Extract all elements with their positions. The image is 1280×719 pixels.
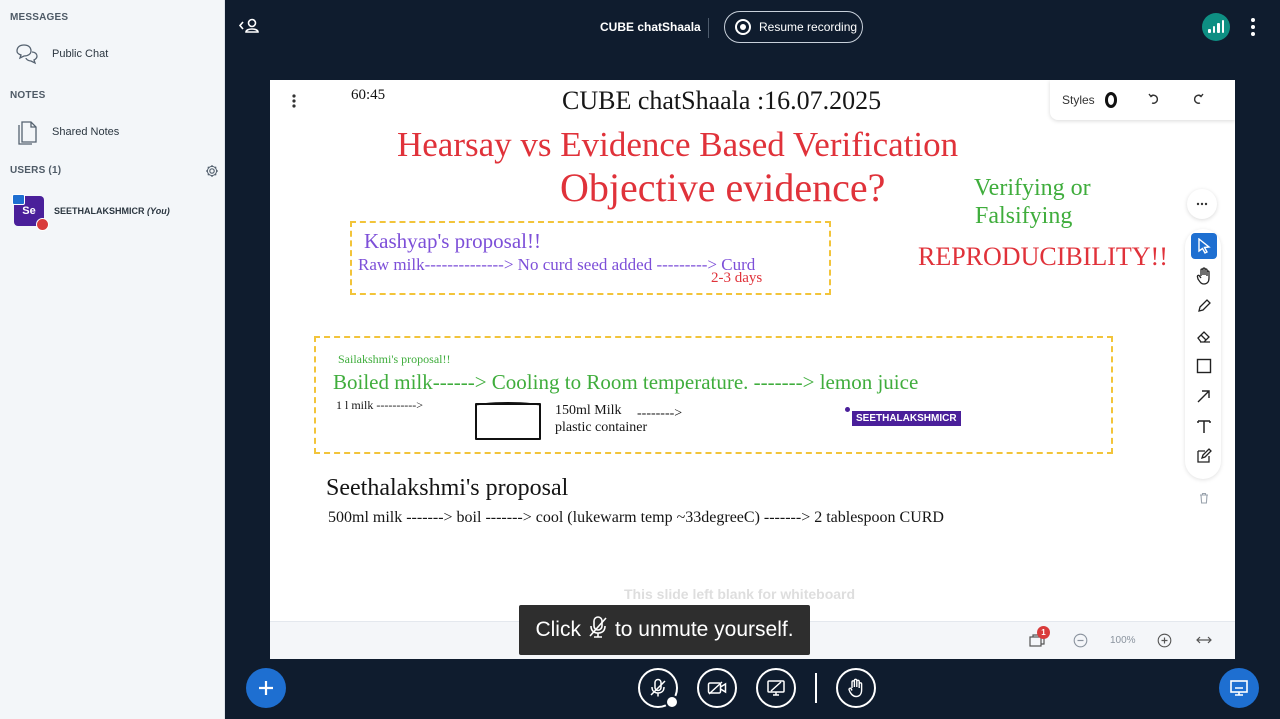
avatar: Se [12,194,49,231]
kashyap-line: Raw milk--------------> No curd seed add… [358,255,756,274]
more-tools-button[interactable] [1187,189,1217,219]
public-chat-label: Public Chat [52,48,109,60]
record-label: Resume recording [759,20,858,34]
sailakshmi-title: Sailakshmi's proposal!! [338,352,451,366]
rectangle-icon[interactable] [1191,353,1217,379]
public-chat-item[interactable]: Public Chat [14,42,108,66]
kashyap-title: Kashyap's proposal!! [364,229,541,253]
user-list-item[interactable]: Se SEETHALAKSHMICR (You) [12,194,170,231]
notification-badge: 1 [1037,626,1050,639]
heading-objective: Objective evidence? [560,165,886,210]
slide-title: CUBE chatShaala :16.07.2025 [562,86,882,115]
styles-color-button[interactable] [1104,92,1117,108]
mic-off-icon[interactable] [638,668,679,709]
user-you-tag: (You) [147,206,170,216]
camera-off-icon[interactable] [697,668,737,708]
container-line-2: plastic container [555,420,648,435]
tool-column [1185,229,1221,479]
remote-cursor [845,407,850,412]
shared-notes-item[interactable]: Shared Notes [14,119,119,145]
sailakshmi-line: Boiled milk------> Cooling to Room tempe… [333,370,919,394]
arrow-icon[interactable] [1191,383,1217,409]
verifying-text: Verifying or [974,175,1091,201]
sidebar: MESSAGES Public Chat NOTES Shared Notes … [0,0,225,719]
users-icon[interactable] [237,16,261,41]
toast-text-after: to unmute yourself. [614,618,794,641]
resume-recording-button[interactable]: Resume recording [724,11,863,43]
styles-label: Styles [1062,93,1095,107]
timer: 60:45 [351,87,386,103]
notes-section-title: NOTES [10,90,46,101]
container-drawing [475,402,541,440]
raise-hand-icon[interactable] [836,668,876,708]
audio-options-indicator[interactable] [665,695,679,709]
container-arrow: --------> [637,406,683,421]
pencil-icon[interactable] [1191,293,1217,319]
whiteboard[interactable]: 60:45 CUBE chatShaala :16.07.2025 Styles… [270,80,1235,659]
slides-button[interactable]: 1 [1027,626,1050,650]
screenshare-off-icon[interactable] [756,668,796,708]
undo-icon[interactable] [1147,92,1161,109]
fit-width-icon[interactable] [1196,634,1212,646]
kebab-icon[interactable] [1250,17,1256,42]
notes-icon [14,119,40,145]
top-divider [708,18,709,38]
muted-icon [36,218,49,231]
heading-hearsay: Hearsay vs Evidence Based Verification [397,125,959,164]
container-line-1: 150ml Milk [555,403,622,418]
presentation-icon[interactable] [1219,668,1259,708]
users-section-title: USERS (1) [10,165,62,176]
blank-slide-note: This slide left blank for whiteboard [624,586,856,602]
avatar-initials: Se [22,205,36,217]
action-divider [815,673,817,703]
shared-notes-label: Shared Notes [52,126,120,138]
falsifying-text: Falsifying [975,203,1073,229]
meeting-title: CUBE chatShaala [600,20,701,34]
zoom-out-icon[interactable] [1073,633,1088,648]
note-icon[interactable] [1191,443,1217,469]
zoom-level: 100% [1110,635,1136,646]
redo-icon[interactable] [1191,92,1205,109]
kashyap-days: 2-3 days [711,270,763,286]
user-name: SEETHALAKSHMICR (You) [54,206,170,216]
mic-off-toast-icon [587,615,609,645]
reproducibility-text: REPRODUCIBILITY!! [918,242,1168,271]
seetha-line: 500ml milk -------> boil -------> cool (… [328,509,944,526]
record-icon [735,19,751,35]
zoom-in-icon[interactable] [1157,633,1172,648]
trash-icon[interactable] [1193,487,1215,509]
slide-menu-icon[interactable] [292,94,296,113]
milk-quantity: 1 l milk ----------> [336,398,424,412]
presenter-icon [12,194,25,205]
messages-section-title: MESSAGES [10,12,69,23]
styles-panel: Styles [1050,80,1235,120]
seetha-title: Seethalakshmi's proposal [326,475,569,501]
plus-icon[interactable] [246,668,286,708]
select-icon[interactable] [1191,233,1217,259]
hand-icon[interactable] [1191,263,1217,289]
connection-icon[interactable] [1202,13,1230,41]
chat-icon [14,42,40,66]
eraser-icon[interactable] [1191,323,1217,349]
toast-text-before: Click [535,618,581,641]
gear-icon[interactable] [205,164,219,183]
top-bar: CUBE chatShaala Resume recording [225,0,1280,56]
cursor-user-tag: SEETHALAKSHMICR [852,411,961,426]
user-name-text: SEETHALAKSHMICR [54,206,145,216]
text-icon[interactable] [1191,413,1217,439]
unmute-toast: Click to unmute yourself. [519,605,810,655]
